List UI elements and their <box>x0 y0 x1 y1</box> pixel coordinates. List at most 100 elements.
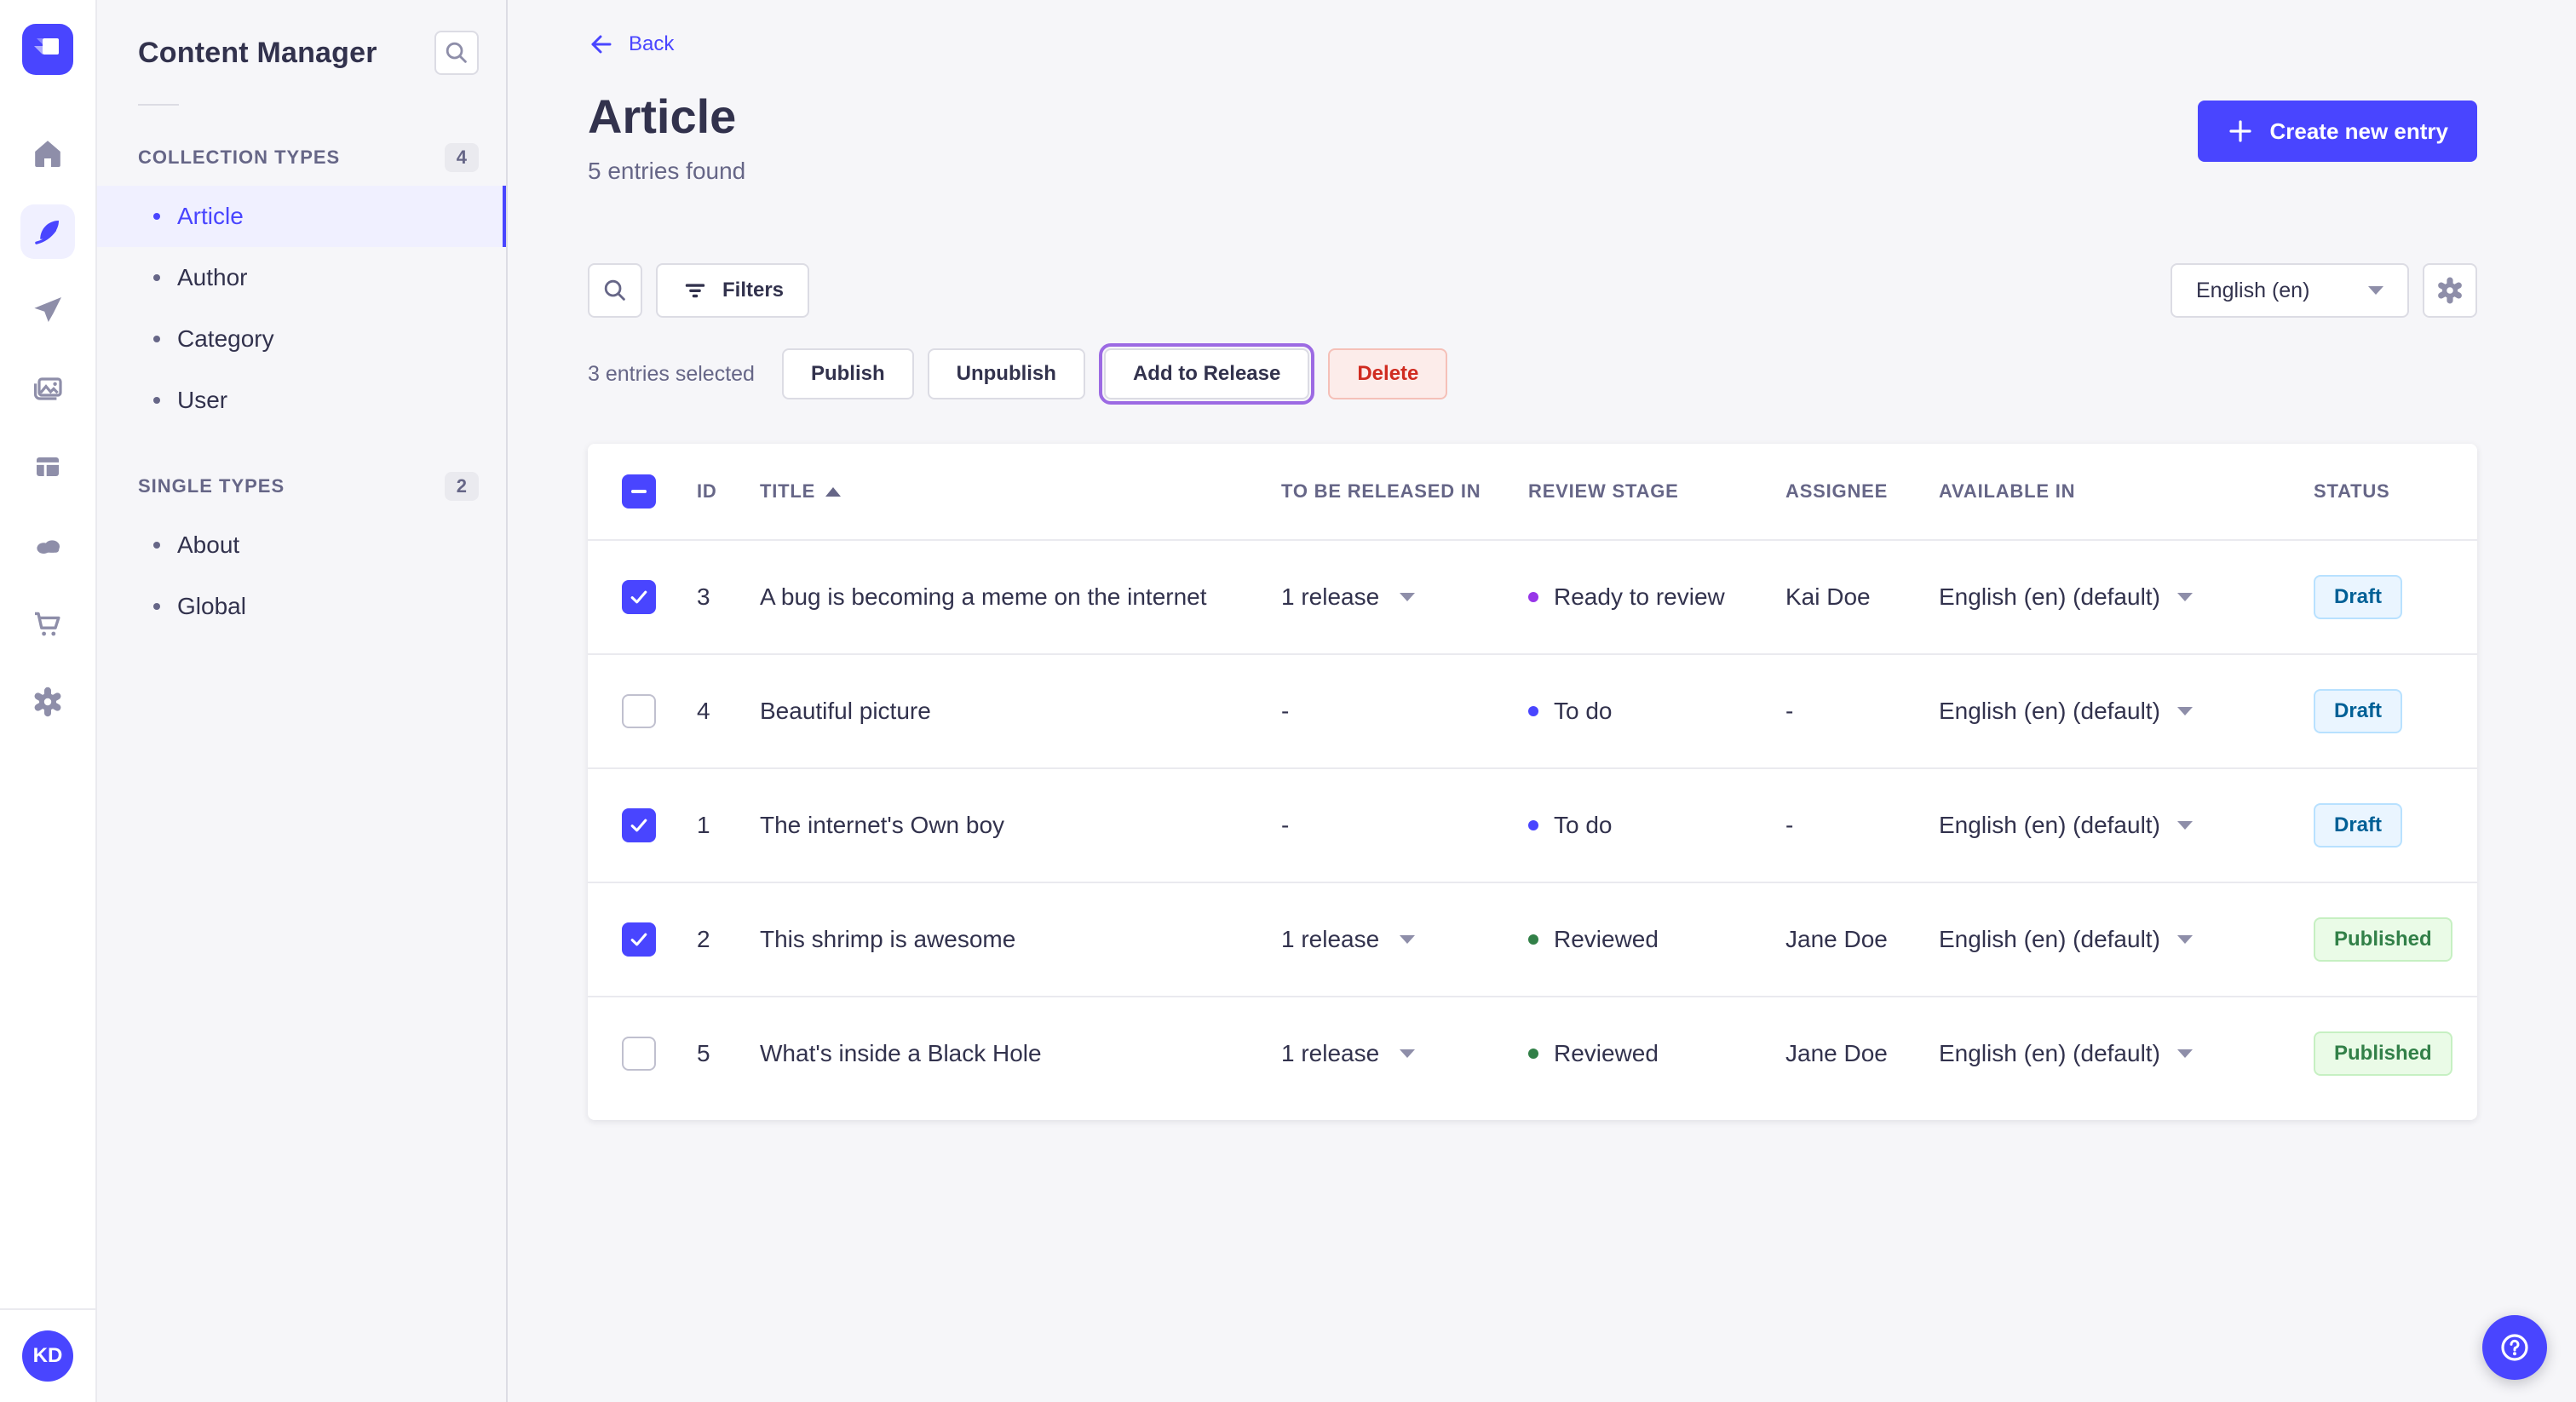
cell-release[interactable]: 1 release <box>1271 1040 1518 1067</box>
table-row[interactable]: 4 Beautiful picture - To do - English (e… <box>588 653 2477 767</box>
publish-button[interactable]: Publish <box>781 348 914 399</box>
status-badge: Published <box>2314 916 2452 962</box>
user-avatar[interactable]: KD <box>22 1330 73 1382</box>
status-badge: Published <box>2314 1031 2452 1077</box>
cloud-icon[interactable] <box>20 518 75 572</box>
stage-label: Ready to review <box>1554 583 1725 610</box>
row-checkbox[interactable] <box>622 580 656 614</box>
cell-id: 3 <box>697 583 710 610</box>
sidebar-item-about[interactable]: About <box>97 514 506 576</box>
question-mark-icon <box>2501 1334 2528 1361</box>
cell-release[interactable]: 1 release <box>1271 926 1518 953</box>
settings-gear-icon[interactable] <box>20 675 75 729</box>
search-icon <box>604 279 625 301</box>
stage-dot-icon <box>1528 706 1538 716</box>
back-arrow-icon <box>591 35 612 54</box>
column-header-assignee: ASSIGNEE <box>1785 480 1889 502</box>
unpublish-button[interactable]: Unpublish <box>927 348 1085 399</box>
sidebar-item-label: About <box>177 531 240 558</box>
home-icon[interactable] <box>20 126 75 181</box>
single-types-label: SINGLE TYPES <box>138 475 285 497</box>
filters-button[interactable]: Filters <box>656 263 810 318</box>
create-button-label: Create new entry <box>2269 118 2448 144</box>
column-header-title[interactable]: TITLE <box>760 480 1271 503</box>
table-row[interactable]: 1 The internet's Own boy - To do - Engli… <box>588 767 2477 882</box>
locale-label: English (en) (default) <box>1939 812 2160 838</box>
view-settings-button[interactable] <box>2423 263 2477 318</box>
cell-release: - <box>1271 812 1518 839</box>
cell-available-in[interactable]: English (en) (default) <box>1929 698 2303 725</box>
subnav-search-button[interactable] <box>434 31 479 75</box>
row-checkbox[interactable] <box>622 922 656 957</box>
releases-icon[interactable] <box>20 283 75 337</box>
back-link[interactable]: Back <box>588 31 674 58</box>
main-nav-rail: KD <box>0 0 97 1402</box>
cell-title: Beautiful picture <box>760 698 931 724</box>
list-toolbar: Filters English (en) <box>588 263 2477 318</box>
create-new-entry-button[interactable]: Create new entry <box>2198 101 2477 162</box>
delete-button[interactable]: Delete <box>1328 348 1448 399</box>
table-row[interactable]: 3 A bug is becoming a meme on the intern… <box>588 539 2477 653</box>
locale-select[interactable]: English (en) <box>2171 263 2409 318</box>
table-row[interactable]: 5 What's inside a Black Hole 1 release R… <box>588 996 2477 1110</box>
chevron-down-icon <box>1400 593 1416 601</box>
page-title: Article <box>588 89 737 143</box>
indeterminate-minus-icon <box>631 490 647 493</box>
help-button[interactable] <box>2482 1315 2547 1380</box>
cell-available-in[interactable]: English (en) (default) <box>1929 926 2303 953</box>
chevron-down-icon <box>2176 593 2193 601</box>
checkmark-icon <box>630 590 647 604</box>
collection-types-section: COLLECTION TYPES 4 <box>97 129 506 186</box>
locale-label: English (en) (default) <box>1939 926 2160 952</box>
entries-table: ID TITLE TO BE RELEASED IN REVIEW STAGE … <box>588 444 2477 1120</box>
bullet-icon <box>153 542 160 549</box>
cell-available-in[interactable]: English (en) (default) <box>1929 1040 2303 1067</box>
chevron-down-icon <box>1400 1049 1416 1058</box>
cell-available-in[interactable]: English (en) (default) <box>1929 812 2303 839</box>
strapi-logo[interactable] <box>22 24 73 75</box>
media-library-icon[interactable] <box>20 361 75 416</box>
row-checkbox[interactable] <box>622 694 656 728</box>
release-value: - <box>1281 812 1290 838</box>
locale-label: English (en) (default) <box>1939 583 2160 610</box>
stage-label: To do <box>1554 698 1613 724</box>
subnav-divider <box>138 104 179 106</box>
table-row[interactable]: 2 This shrimp is awesome 1 release Revie… <box>588 882 2477 996</box>
cell-id: 5 <box>697 1040 710 1066</box>
locale-label: English (en) (default) <box>1939 698 2160 724</box>
column-header-review-stage: REVIEW STAGE <box>1528 480 1679 502</box>
sidebar-item-category[interactable]: Category <box>97 308 506 370</box>
content-manager-icon[interactable] <box>20 204 75 259</box>
cell-status: Draft <box>2303 688 2477 734</box>
bullet-icon <box>153 603 160 610</box>
marketplace-cart-icon[interactable] <box>20 596 75 651</box>
cell-available-in[interactable]: English (en) (default) <box>1929 583 2303 611</box>
table-search-button[interactable] <box>588 263 642 318</box>
cell-review-stage: Reviewed <box>1518 926 1775 953</box>
chevron-down-icon <box>2176 1049 2193 1058</box>
column-header-status: STATUS <box>2314 480 2390 502</box>
add-to-release-button[interactable]: Add to Release <box>1098 343 1315 405</box>
sidebar-item-global[interactable]: Global <box>97 576 506 637</box>
stage-dot-icon <box>1528 592 1538 602</box>
rail-footer: KD <box>0 1308 95 1402</box>
bulk-actions-bar: 3 entries selected Publish Unpublish Add… <box>588 343 2477 405</box>
sort-ascending-icon <box>825 487 842 497</box>
release-value: - <box>1281 698 1290 724</box>
bullet-icon <box>153 274 160 281</box>
cell-release[interactable]: 1 release <box>1271 583 1518 611</box>
chevron-down-icon <box>1400 935 1416 944</box>
cell-assignee: Jane Doe <box>1785 926 1888 952</box>
row-checkbox[interactable] <box>622 808 656 842</box>
row-checkbox[interactable] <box>622 1037 656 1071</box>
stage-dot-icon <box>1528 934 1538 945</box>
content-type-builder-icon[interactable] <box>20 440 75 494</box>
sidebar-item-author[interactable]: Author <box>97 247 506 308</box>
stage-label: Reviewed <box>1554 1040 1659 1066</box>
sidebar-item-user[interactable]: User <box>97 370 506 431</box>
column-header-label: TITLE <box>760 480 816 502</box>
select-all-checkbox[interactable] <box>622 474 656 509</box>
status-badge: Draft <box>2314 574 2403 620</box>
sidebar-item-article[interactable]: Article <box>97 186 506 247</box>
stage-dot-icon <box>1528 820 1538 830</box>
